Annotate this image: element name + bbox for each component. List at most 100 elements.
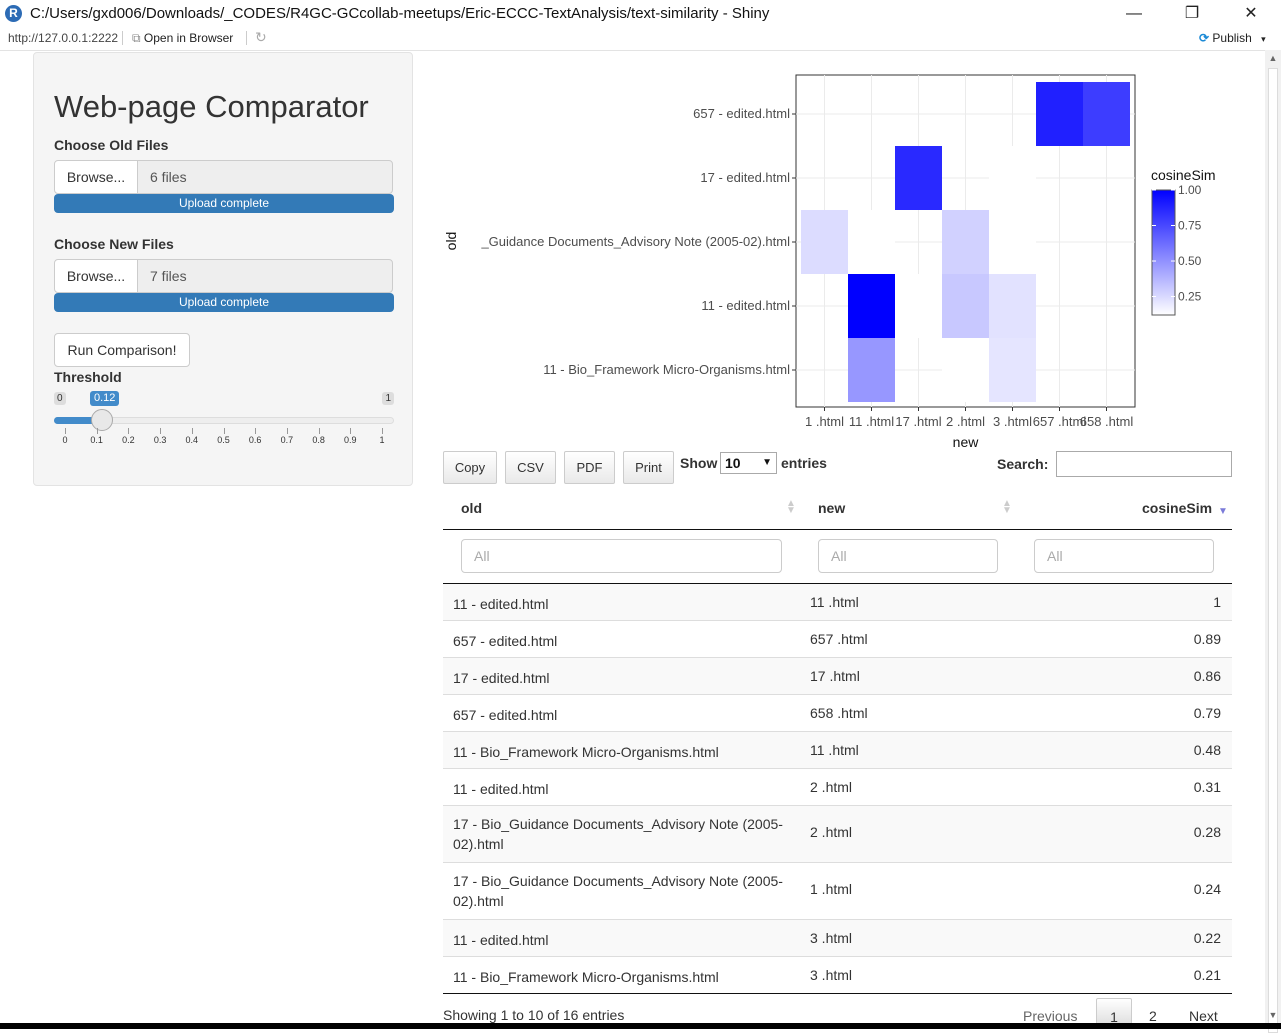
vertical-scrollbar[interactable]: ▲ ▼: [1265, 50, 1281, 1033]
table-bottom-border: [443, 993, 1232, 994]
old-upload-progress: Upload complete: [54, 194, 394, 213]
sort-both-icon[interactable]: ▲ ▼: [1002, 499, 1012, 516]
minimize-button[interactable]: —: [1114, 2, 1154, 26]
new-browse-button[interactable]: Browse...: [54, 259, 138, 293]
table-row[interactable]: 11 - edited.html 3 .html 0.22: [443, 920, 1232, 957]
slider-min-label: 0: [54, 392, 66, 405]
pdf-button[interactable]: PDF: [564, 451, 615, 484]
heatmap-cell: [848, 274, 895, 338]
slider-tick-label: 0: [62, 435, 68, 445]
sort-both-icon[interactable]: ▲ ▼: [786, 499, 796, 516]
slider-value-label: 0.12: [90, 391, 120, 406]
heatmap-cell: [895, 274, 942, 338]
filter-cosinesim-input[interactable]: All: [1034, 539, 1214, 573]
heatmap-cell: [942, 210, 989, 274]
column-header-cosinesim[interactable]: cosineSim: [1142, 500, 1212, 516]
open-in-browser-label: Open in Browser: [143, 31, 234, 45]
cell-new: 3 .html: [810, 967, 853, 983]
cell-old: 11 - Bio_Framework Micro-Organisms.html: [453, 744, 719, 760]
x-tick-label: 17 .html: [895, 414, 941, 429]
x-tick-label: 11 .html: [849, 414, 894, 429]
entries-label: entries: [781, 455, 827, 471]
table-row[interactable]: 11 - Bio_Framework Micro-Organisms.html 1…: [443, 732, 1232, 769]
url-text[interactable]: http://127.0.0.1:2222: [8, 31, 118, 45]
column-filters: All All All: [443, 529, 1232, 584]
table-row[interactable]: 11 - Bio_Framework Micro-Organisms.html 3…: [443, 957, 1232, 994]
table-row[interactable]: 11 - edited.html 11 .html 1: [443, 584, 1232, 621]
close-button[interactable]: ✕: [1231, 2, 1271, 26]
old-files-count: 6 files: [137, 160, 393, 194]
cell-old: 17 - edited.html: [453, 670, 550, 686]
print-button[interactable]: Print: [623, 451, 674, 484]
table-row[interactable]: 657 - edited.html 657 .html 0.89: [443, 621, 1232, 658]
publish-label: Publish: [1212, 31, 1252, 45]
y-tick-label: 17 - edited.html: [700, 170, 790, 185]
page-length-value: 10: [725, 455, 741, 471]
copy-button[interactable]: Copy: [443, 451, 497, 484]
cell-old: 11 - edited.html: [453, 596, 549, 612]
threshold-slider[interactable]: 0 1 0.12 0 0.1 0.2 0.3 0.4 0.5 0.6 0.7 0.8 0.9 1: [54, 388, 394, 448]
new-files-input[interactable]: Browse... 7 files: [54, 259, 393, 293]
heatmap-cell: [1036, 82, 1083, 146]
table-row[interactable]: 11 - edited.html 2 .html 0.31: [443, 769, 1232, 806]
table-row[interactable]: 17 - Bio_Guidance Documents_Advisory Not…: [443, 863, 1232, 920]
r-logo-icon: R: [5, 5, 22, 22]
column-header-old[interactable]: old: [461, 500, 482, 516]
heatmap-cell: [989, 274, 1036, 338]
cell-old: 17 - Bio_Guidance Documents_Advisory Not…: [453, 873, 783, 909]
show-label: Show: [680, 455, 718, 471]
scroll-up-icon[interactable]: ▲: [1265, 53, 1281, 63]
chevron-down-icon: ▾: [1261, 34, 1266, 44]
heatmap-cell: [848, 210, 895, 274]
slider-handle[interactable]: [91, 409, 113, 431]
slider-tick-label: 0.7: [280, 435, 294, 445]
slider-tick: [318, 428, 320, 434]
csv-button[interactable]: CSV: [505, 451, 556, 484]
cell-old: 11 - Bio_Framework Micro-Organisms.html: [453, 969, 719, 985]
cell-old: 11 - edited.html: [453, 932, 549, 948]
table-header: old ▲ ▼ new ▲ ▼ cosineSim ▼: [443, 490, 1232, 530]
cell-cosinesim: 0.24: [1193, 881, 1221, 897]
column-header-new[interactable]: new: [818, 500, 845, 516]
filter-old-input[interactable]: All: [461, 539, 782, 573]
legend-tick-label: 1.00: [1178, 183, 1202, 197]
y-tick-label: 657 - edited.html: [693, 106, 790, 121]
page-length-select[interactable]: 10 ▼: [720, 452, 777, 474]
run-comparison-button[interactable]: Run Comparison!: [54, 333, 190, 367]
scroll-down-icon[interactable]: ▼: [1265, 1010, 1281, 1020]
heatmap-cell: [895, 146, 942, 210]
slider-tick: [382, 428, 383, 434]
search-input[interactable]: [1056, 451, 1232, 477]
table-row[interactable]: 17 - edited.html 17 .html 0.86: [443, 658, 1232, 695]
cell-new: 657 .html: [810, 631, 868, 647]
table-row[interactable]: 17 - Bio_Guidance Documents_Advisory Not…: [443, 806, 1232, 863]
heatmap-cell: [989, 146, 1036, 210]
old-files-input[interactable]: Browse... 6 files: [54, 160, 393, 194]
refresh-icon[interactable]: ↻: [255, 29, 267, 46]
heatmap-cell: [989, 338, 1036, 402]
slider-tick-label: 0.6: [248, 435, 262, 445]
slider-tick-label: 0.2: [122, 435, 135, 445]
cell-new: 2 .html: [810, 824, 853, 840]
open-in-browser-button[interactable]: ⧉ Open in Browser: [132, 31, 233, 46]
search-label: Search:: [997, 456, 1049, 472]
cell-cosinesim: 0.31: [1193, 779, 1221, 795]
viewer-toolbar: http://127.0.0.1:2222 ⧉ Open in Browser …: [0, 28, 1281, 51]
old-files-label: Choose Old Files: [54, 137, 169, 153]
maximize-button[interactable]: ❐: [1172, 2, 1212, 26]
y-axis-title: old: [443, 232, 459, 251]
legend-tick-label: 0.25: [1178, 290, 1202, 304]
old-browse-button[interactable]: Browse...: [54, 160, 138, 194]
window-titlebar: R C:/Users/gxd006/Downloads/_CODES/R4GC-…: [0, 0, 1281, 28]
publish-icon: ⟳: [1199, 31, 1210, 45]
cell-cosinesim: 0.86: [1193, 668, 1221, 684]
cell-cosinesim: 0.79: [1193, 705, 1221, 721]
table-body: 11 - edited.html 11 .html 1 657 - edited.ht…: [443, 584, 1232, 994]
chevron-down-icon: ▼: [762, 457, 772, 468]
table-row[interactable]: 657 - edited.html 658 .html 0.79: [443, 695, 1232, 732]
publish-button[interactable]: ⟳ Publish ▾: [1199, 31, 1266, 45]
scrollbar-thumb[interactable]: [1268, 68, 1278, 1033]
sort-desc-icon[interactable]: ▼: [1218, 507, 1228, 517]
x-tick-label: 658 .html: [1080, 414, 1134, 429]
filter-new-input[interactable]: All: [818, 539, 998, 573]
